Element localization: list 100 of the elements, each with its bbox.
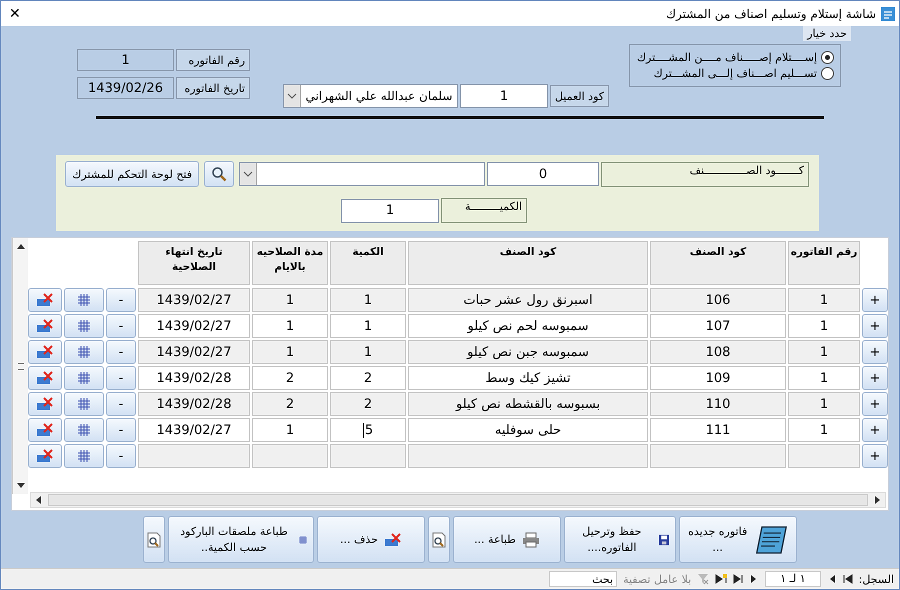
delete-row-button[interactable] <box>28 314 62 338</box>
customer-combo[interactable]: سلمان عبدالله علي الشهراني <box>282 84 458 108</box>
invoice-date-field: 1439/02/26 <box>77 77 174 99</box>
grid-button[interactable] <box>64 418 104 442</box>
table-cell: 1 <box>330 314 406 338</box>
table-cell: 5 <box>330 418 406 442</box>
action-button[interactable]: فاتوره جديده ... <box>679 516 797 563</box>
control-panel-button[interactable]: فتح لوحة التحكم للمشترك <box>65 161 199 187</box>
table-cell: 2 <box>330 392 406 416</box>
add-row-button[interactable]: + <box>862 314 888 338</box>
scroll-up-icon[interactable] <box>16 242 26 250</box>
item-combo[interactable] <box>239 162 485 186</box>
grid-button[interactable] <box>64 288 104 312</box>
table-cell: 1439/02/27 <box>138 288 250 312</box>
remove-button[interactable]: - <box>106 444 136 468</box>
delete-icon <box>36 319 54 333</box>
add-row-button[interactable]: + <box>862 366 888 390</box>
delete-row-button[interactable] <box>28 444 62 468</box>
last-record-icon[interactable] <box>733 574 744 584</box>
search-button[interactable] <box>204 161 234 187</box>
grid-icon <box>78 424 90 436</box>
table-cell: 1 <box>788 288 860 312</box>
vertical-scrollbar[interactable] <box>12 238 28 494</box>
column-header: تاريخ انتهاء الصلاحية <box>138 241 250 285</box>
delete-row-button[interactable] <box>28 340 62 364</box>
quantity-field[interactable]: 1 <box>341 198 439 222</box>
table-cell: 111 <box>650 418 786 442</box>
scroll-left-icon[interactable] <box>34 495 42 505</box>
empty-cell[interactable] <box>788 444 860 468</box>
radio-option[interactable]: إســــتلام إصـــــناف مــــن المشــــترك <box>636 51 834 64</box>
empty-cell[interactable] <box>330 444 406 468</box>
remove-button[interactable]: - <box>106 366 136 390</box>
grid-button[interactable] <box>64 340 104 364</box>
add-row-button[interactable]: + <box>862 444 888 468</box>
table-cell: 1 <box>252 418 328 442</box>
remove-button[interactable]: - <box>106 288 136 312</box>
customer-code-field[interactable]: 1 <box>460 84 548 108</box>
search-icon <box>211 166 227 182</box>
field-label: كـــــــود الصـــــــــــــنف <box>601 162 809 186</box>
first-record-icon[interactable] <box>842 574 853 584</box>
field-label: رقم الفاتوره <box>176 49 250 71</box>
remove-button[interactable]: - <box>106 392 136 416</box>
form-icon <box>881 6 895 20</box>
option-caption: حدد خيار <box>803 26 851 41</box>
add-row-button[interactable]: + <box>862 340 888 364</box>
grid-button[interactable] <box>64 444 104 468</box>
add-row-button[interactable]: + <box>862 418 888 442</box>
table-cell: حلى سوفليه <box>408 418 648 442</box>
table-cell: 110 <box>650 392 786 416</box>
empty-cell[interactable] <box>650 444 786 468</box>
horizontal-scrollbar[interactable] <box>30 492 886 508</box>
grid-button[interactable] <box>64 314 104 338</box>
grid-button[interactable] <box>64 366 104 390</box>
remove-button[interactable]: - <box>106 418 136 442</box>
column-header: الكمية <box>330 241 406 285</box>
table-cell: 1 <box>788 314 860 338</box>
delete-row-button[interactable] <box>28 392 62 416</box>
table-cell: بسبوسه بالقشطه نص كيلو <box>408 392 648 416</box>
delete-row-button[interactable] <box>28 366 62 390</box>
empty-cell[interactable] <box>252 444 328 468</box>
add-row-button[interactable]: + <box>862 288 888 312</box>
delete-icon <box>36 371 54 385</box>
item-code-field[interactable]: 0 <box>487 162 599 186</box>
action-button[interactable]: حفظ وترحيل الفاتوره.... <box>564 516 676 563</box>
grid-button[interactable] <box>64 392 104 416</box>
table-cell: اسبرنق رول عشر حبات <box>408 288 648 312</box>
new-record-icon[interactable] <box>715 574 728 584</box>
action-button[interactable]: حذف ... <box>317 516 425 563</box>
table-cell: 1439/02/27 <box>138 418 250 442</box>
action-button[interactable]: طباعة ... <box>453 516 561 563</box>
table-cell: تشيز كيك وسط <box>408 366 648 390</box>
grid-icon <box>78 346 90 358</box>
column-header: مدة الصلاحيه بالايام <box>252 241 328 285</box>
preview-button[interactable] <box>428 516 450 563</box>
table-cell: 1 <box>252 314 328 338</box>
table-cell: 1 <box>330 288 406 312</box>
close-button[interactable]: ✕ <box>5 6 25 22</box>
add-row-button[interactable]: + <box>862 392 888 416</box>
delete-icon <box>36 397 54 411</box>
remove-button[interactable]: - <box>106 340 136 364</box>
search-field[interactable]: بحث <box>549 571 618 587</box>
delete-row-button[interactable] <box>28 288 62 312</box>
empty-cell[interactable] <box>138 444 250 468</box>
table-cell: 108 <box>650 340 786 364</box>
scroll-right-icon[interactable] <box>874 495 882 505</box>
scroll-down-icon[interactable] <box>16 482 26 490</box>
field-label: كود العميل <box>550 85 609 107</box>
grid-icon <box>78 372 90 384</box>
table-cell: 109 <box>650 366 786 390</box>
field-label: الكميـــــــــة <box>441 198 527 223</box>
action-button[interactable]: طباعة ملصقات الباركود حسب الكمية.. <box>168 516 314 563</box>
record-label: السجل: <box>858 572 894 586</box>
remove-button[interactable]: - <box>106 314 136 338</box>
grid-icon <box>78 398 90 410</box>
preview-button[interactable] <box>143 516 165 563</box>
delete-icon <box>36 345 54 359</box>
empty-cell[interactable] <box>408 444 648 468</box>
record-counter-field[interactable]: ١ لـ ١ <box>765 571 821 587</box>
delete-row-button[interactable] <box>28 418 62 442</box>
radio-option[interactable]: تســـليم اصـــناف إلـــى المشـــترك <box>636 67 834 80</box>
